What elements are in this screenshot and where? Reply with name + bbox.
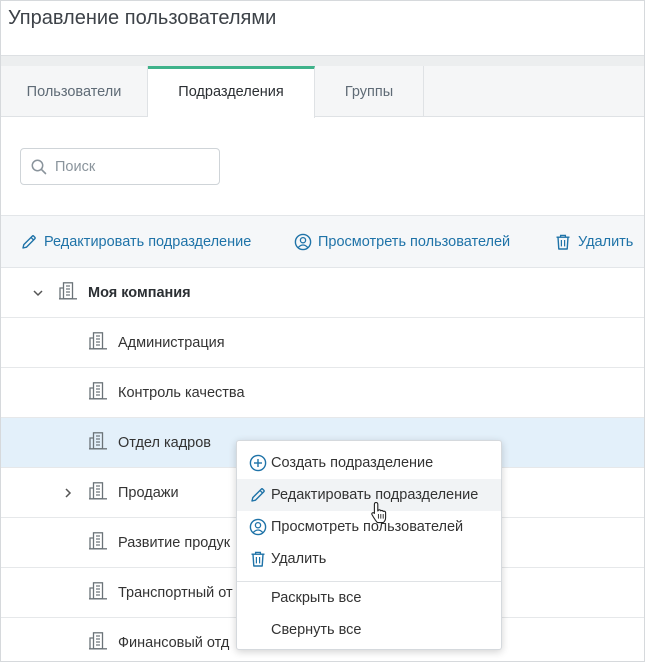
search-icon <box>31 159 47 174</box>
tree-row-label: Развитие продук <box>118 534 231 551</box>
building-icon <box>88 531 108 555</box>
building-icon <box>88 381 108 405</box>
menu-item-label: Удалить <box>271 551 327 567</box>
tree-row-label: Финансовый отд <box>118 635 230 651</box>
building-icon <box>88 331 108 355</box>
building-icon <box>88 581 108 605</box>
tab-bar: Пользователи Подразделения Группы <box>1 66 644 118</box>
hand-cursor-icon <box>370 501 390 530</box>
view-users-button[interactable]: Просмотреть пользователей <box>294 216 510 267</box>
menu-item-delete[interactable]: Удалить <box>237 543 501 575</box>
header-band <box>1 55 644 66</box>
building-icon <box>88 631 108 655</box>
menu-item-edit-department[interactable]: Редактировать подразделение <box>237 479 501 511</box>
tab-users[interactable]: Пользователи <box>1 66 148 117</box>
search-box[interactable] <box>20 148 220 185</box>
delete-button[interactable]: Удалить <box>554 216 633 267</box>
menu-item-expand-all[interactable]: Раскрыть все <box>237 582 501 614</box>
delete-label: Удалить <box>578 233 634 250</box>
menu-item-label: Раскрыть все <box>271 590 362 606</box>
menu-item-create-department[interactable]: Создать подразделение <box>237 447 501 479</box>
building-icon <box>58 281 78 305</box>
tree-row-label: Продажи <box>118 484 179 501</box>
edit-department-label: Редактировать подразделение <box>44 233 252 250</box>
page-title: Управление пользователями <box>8 7 277 29</box>
chevron-right-icon[interactable] <box>62 487 74 499</box>
toolbar: Редактировать подразделение Просмотреть … <box>1 215 644 268</box>
chevron-down-icon[interactable] <box>32 287 44 299</box>
view-users-label: Просмотреть пользователей <box>318 233 511 250</box>
pencil-icon <box>22 234 36 249</box>
tree-row-root[interactable]: Моя компания <box>1 268 644 318</box>
search-input[interactable] <box>55 158 195 175</box>
pencil-icon <box>251 488 265 502</box>
tree-row-label: Моя компания <box>88 284 191 301</box>
trash-icon <box>251 551 265 567</box>
tree-row-label: Администрация <box>118 334 225 351</box>
menu-item-label: Свернуть все <box>271 622 362 638</box>
tree-row[interactable]: Контроль качества <box>1 368 644 418</box>
building-icon <box>88 481 108 505</box>
menu-item-view-users[interactable]: Просмотреть пользователей <box>237 511 501 543</box>
menu-item-collapse-all[interactable]: Свернуть все <box>237 614 501 646</box>
trash-icon <box>556 234 570 250</box>
tree-row-label: Контроль качества <box>118 384 245 401</box>
menu-item-label: Создать подразделение <box>271 455 434 471</box>
menu-item-label: Просмотреть пользователей <box>271 519 464 535</box>
user-circle-icon <box>249 518 267 536</box>
tree-row[interactable]: Администрация <box>1 318 644 368</box>
tree-row-label: Транспортный от <box>118 584 233 601</box>
tab-groups[interactable]: Группы <box>315 66 424 117</box>
plus-circle-icon <box>249 454 267 472</box>
context-menu: Создать подразделение Редактировать подр… <box>236 440 502 650</box>
user-management-window: Управление пользователями Пользователи П… <box>0 0 645 662</box>
tab-departments[interactable]: Подразделения <box>148 66 315 118</box>
edit-department-button[interactable]: Редактировать подразделение <box>20 216 251 267</box>
user-circle-icon <box>294 233 312 250</box>
building-icon <box>88 431 108 455</box>
tree-row-label: Отдел кадров <box>118 434 211 451</box>
